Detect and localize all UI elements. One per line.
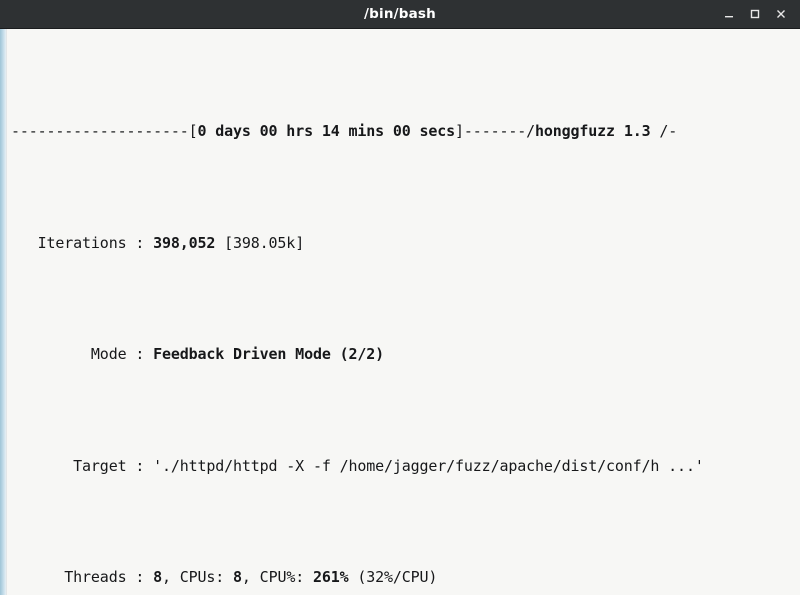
app-version: 1.3 [623,122,651,141]
per-cpu-value: (32%/CPU) [348,568,438,587]
iterations-label: Iterations : [11,233,154,252]
window-controls [716,3,800,25]
maximize-icon[interactable] [742,3,768,25]
target-label: Target : [11,456,154,475]
status-row-mode: Mode : Feedback Driven Mode (2/2) [11,343,800,365]
iterations-value: 398,052 [153,233,216,252]
mode-label: Mode : [11,345,154,364]
status-row-threads: Threads : 8, CPUs: 8, CPU%: 261% (32%/CP… [11,566,800,588]
window-titlebar[interactable]: /bin/bash [0,0,800,29]
terminal-scrollbar[interactable] [0,29,7,595]
header-rule-left: --------------------[ [11,122,198,141]
terminal-window: /bin/bash --------------------[0 days 00… [0,0,800,595]
threads-label: Threads : [11,568,154,587]
target-value: './httpd/httpd -X -f /home/jagger/fuzz/a… [153,456,704,475]
app-name: honggfuzz [534,122,615,141]
threads-count: 8 [153,568,162,587]
status-row-iterations: Iterations : 398,052 [398.05k] [11,232,800,254]
iterations-extra: [398.05k] [215,233,305,252]
header-rule-right: /- [659,122,678,141]
terminal-body: --------------------[0 days 00 hrs 14 mi… [0,29,800,595]
cpu-pct-value: 261% [312,568,349,587]
terminal-screen[interactable]: --------------------[0 days 00 hrs 14 mi… [7,29,800,595]
close-icon[interactable] [768,3,794,25]
cpus-label: , CPUs: [161,568,234,587]
mode-value: Feedback Driven Mode (2/2) [153,345,384,364]
header-rule-mid: ]-------/ [455,122,535,141]
uptime-value: 0 days 00 hrs 14 mins 00 secs [197,122,456,141]
cpus-count: 8 [233,568,242,587]
status-row-target: Target : './httpd/httpd -X -f /home/jagg… [11,455,800,477]
minimize-icon[interactable] [716,3,742,25]
cpu-pct-label: , CPU%: [241,568,313,587]
status-header-line: --------------------[0 days 00 hrs 14 mi… [11,120,800,142]
window-title: /bin/bash [364,6,436,22]
